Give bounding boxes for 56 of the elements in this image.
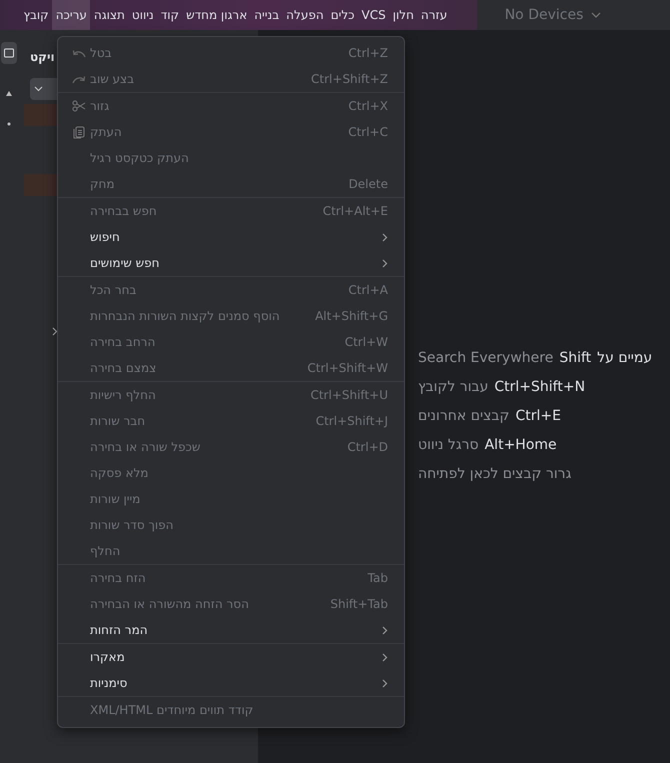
hint-label: עבור לקובץ — [418, 379, 488, 395]
shortcut-text: Ctrl+Shift+J — [316, 414, 388, 428]
menu-bar-item[interactable]: ארגון מחדש — [182, 0, 251, 30]
menu-bar-item[interactable]: קוד — [157, 0, 183, 30]
redo-icon — [72, 74, 86, 84]
menu-bar-item[interactable]: הפעלה — [282, 0, 328, 30]
shortcut-text: Ctrl+A — [348, 283, 388, 297]
menu-bar-item[interactable]: עריכה — [52, 0, 90, 30]
menu-bar-item[interactable]: תצוגה — [90, 0, 128, 30]
menu-bar-item[interactable]: בנייה — [250, 0, 283, 30]
shortcut-key: Ctrl+E — [515, 408, 561, 424]
shortcut-key: Shift — [559, 350, 592, 366]
shortcut-text: Ctrl+Shift+U — [310, 388, 388, 402]
shortcut-key: Ctrl+Shift+N — [494, 379, 586, 395]
dot-icon[interactable] — [7, 122, 11, 126]
chevron-down-icon — [34, 86, 43, 92]
menu-bar-item[interactable]: עזרה — [417, 0, 451, 30]
panel-title: ויקט — [30, 50, 55, 64]
chevron-right-icon — [382, 678, 388, 688]
shortcut-key: Alt+Home — [484, 437, 557, 453]
shortcut-text: Alt+Shift+G — [315, 309, 388, 323]
chevron-down-icon — [591, 12, 602, 18]
shortcut-text: Shift+Tab — [330, 597, 388, 611]
menu-item[interactable]: מאקרו — [58, 644, 404, 670]
undo-icon — [72, 48, 86, 58]
menu-item[interactable]: המר הזחות — [58, 617, 404, 643]
menu-item[interactable]: חיפוש — [58, 224, 404, 250]
shortcut-text: Ctrl+C — [348, 125, 388, 139]
shortcut-text: Ctrl+W — [344, 335, 388, 349]
chevron-right-icon[interactable] — [52, 327, 58, 336]
chevron-right-icon — [382, 232, 388, 242]
shortcut-text: Tab — [368, 571, 388, 585]
menu-bar-item[interactable]: ניווט — [128, 0, 158, 30]
hint-text: עמיים על — [597, 350, 652, 366]
chevron-right-icon — [382, 626, 388, 634]
shortcut-text: Ctrl+Shift+W — [307, 361, 388, 375]
shortcut-text: Delete — [348, 177, 388, 191]
menu-item[interactable]: סימניות — [58, 670, 404, 696]
shortcut-text: Ctrl+X — [348, 99, 388, 113]
shortcut-text: Ctrl+D — [347, 440, 388, 454]
copy-icon — [73, 126, 85, 138]
shortcut-text: Ctrl+Z — [348, 46, 388, 60]
hint-label: Search Everywhere — [418, 350, 554, 366]
hint-text: גרור קבצים לכאן לפתיחה — [418, 466, 572, 482]
hint-label: סרגל ניווט — [418, 437, 479, 453]
menu-bar-item[interactable]: חלון — [389, 0, 418, 30]
scissors-icon — [72, 100, 86, 112]
hint-label: קבצים אחרונים — [418, 408, 510, 424]
menu-bar-item[interactable]: VCS — [358, 0, 390, 30]
shortcut-text: Ctrl+Shift+Z — [311, 72, 388, 86]
menu-bar-item[interactable]: כלים — [327, 0, 358, 30]
menu-item[interactable]: חפש שימושים — [58, 250, 404, 276]
chevron-right-icon — [382, 652, 388, 662]
shortcut-text: Ctrl+Alt+E — [322, 204, 388, 218]
chevron-right-icon — [382, 258, 388, 268]
menu-bar-item[interactable]: קובץ — [20, 0, 52, 30]
